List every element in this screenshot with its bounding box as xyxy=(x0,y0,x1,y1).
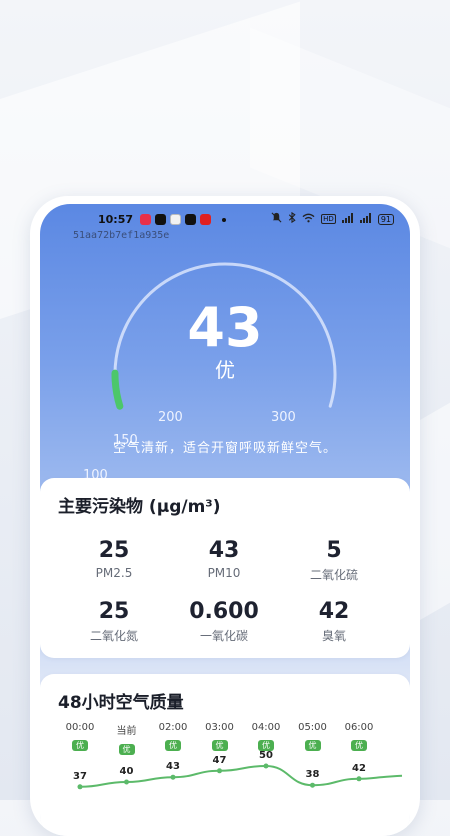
air-advice-text: 空气清新，适合开窗呼吸新鲜空气。 xyxy=(112,441,337,456)
app-icon xyxy=(200,214,211,225)
mute-icon xyxy=(271,212,282,226)
pollutant-name: PM2.5 xyxy=(95,566,133,580)
hourly-time: 当前 xyxy=(116,726,137,737)
tiktok-app-icon xyxy=(155,214,166,225)
wifi-icon xyxy=(302,213,315,226)
hourly-time: 05:00 xyxy=(298,722,327,733)
music-app-icon xyxy=(140,214,151,225)
trend-point xyxy=(170,774,176,780)
aqi-value: 43 xyxy=(187,296,263,359)
pollutant-item: 42 臭氧 xyxy=(279,599,389,644)
pollutant-value: 42 xyxy=(318,599,350,624)
aqi-level: 优 xyxy=(215,358,235,382)
pollutant-name: PM10 xyxy=(207,566,241,580)
status-time: 10:57 xyxy=(98,213,134,226)
pollutant-value: 0.600 xyxy=(189,599,259,624)
app-screen: 10:57 HD 91 51aa72b7ef1a935e 100 150 200… xyxy=(40,204,410,836)
status-bar: 10:57 HD 91 xyxy=(40,211,410,230)
hourly-time: 06:00 xyxy=(344,722,374,733)
trend-point xyxy=(263,763,269,769)
app-icon xyxy=(170,214,181,225)
pollutant-name: 一氧化碳 xyxy=(199,629,248,643)
signal-icon xyxy=(341,212,354,226)
gauge-tick: 200 xyxy=(158,410,183,425)
hourly-title: 48小时空气质量 xyxy=(58,693,184,713)
pollutant-item: 0.600 一氧化碳 xyxy=(169,599,279,644)
status-right: HD 91 xyxy=(271,211,394,226)
gauge-tick: 300 xyxy=(271,410,296,425)
phone-frame: 10:57 HD 91 51aa72b7ef1a935e 100 150 200… xyxy=(30,196,420,836)
tiktok-app-icon xyxy=(185,214,196,225)
hourly-card: 48小时空气质量 00:00 优 37 当前优 40 02:00 优 43 03:00 优 47 04… xyxy=(40,674,410,836)
trend-point xyxy=(217,768,222,774)
pollutant-item: 43 PM10 xyxy=(169,538,279,580)
pollutant-item: 25 二氧化氮 xyxy=(59,599,169,644)
pollutant-value: 25 xyxy=(98,538,130,563)
bluetooth-icon xyxy=(288,211,296,226)
pollutant-item: 25 PM2.5 xyxy=(59,538,169,580)
pollutant-item: 5 二氧化硫 xyxy=(279,538,389,583)
pollutant-value: 25 xyxy=(98,599,130,624)
hourly-time: 02:00 xyxy=(158,722,188,733)
pollutants-card: 主要污染物 (μg/m³) 25 PM2.5 43 PM10 5 二氧化硫 25… xyxy=(40,478,410,658)
trend-point xyxy=(124,779,129,785)
hourly-time: 04:00 xyxy=(251,722,281,733)
pollutant-name: 臭氧 xyxy=(321,629,346,643)
hourly-time: 00:00 xyxy=(65,722,95,733)
gauge-progress xyxy=(111,369,124,410)
pollutants-title: 主要污染物 (μg/m³) xyxy=(58,497,221,517)
signal-icon xyxy=(359,212,372,226)
battery-icon: 91 xyxy=(377,213,394,225)
dot-icon xyxy=(222,218,226,222)
trend-point xyxy=(356,776,362,782)
pollutant-name: 二氧化硫 xyxy=(309,568,358,582)
pollutant-name: 二氧化氮 xyxy=(89,629,138,643)
trend-point xyxy=(310,782,315,788)
trend-point xyxy=(77,784,83,790)
pollutant-value: 5 xyxy=(326,538,342,563)
pollutant-value: 43 xyxy=(208,538,240,563)
hourly-time: 03:00 xyxy=(205,722,234,733)
hourly-trend-line xyxy=(77,763,403,790)
hd-badge: HD xyxy=(321,214,336,224)
